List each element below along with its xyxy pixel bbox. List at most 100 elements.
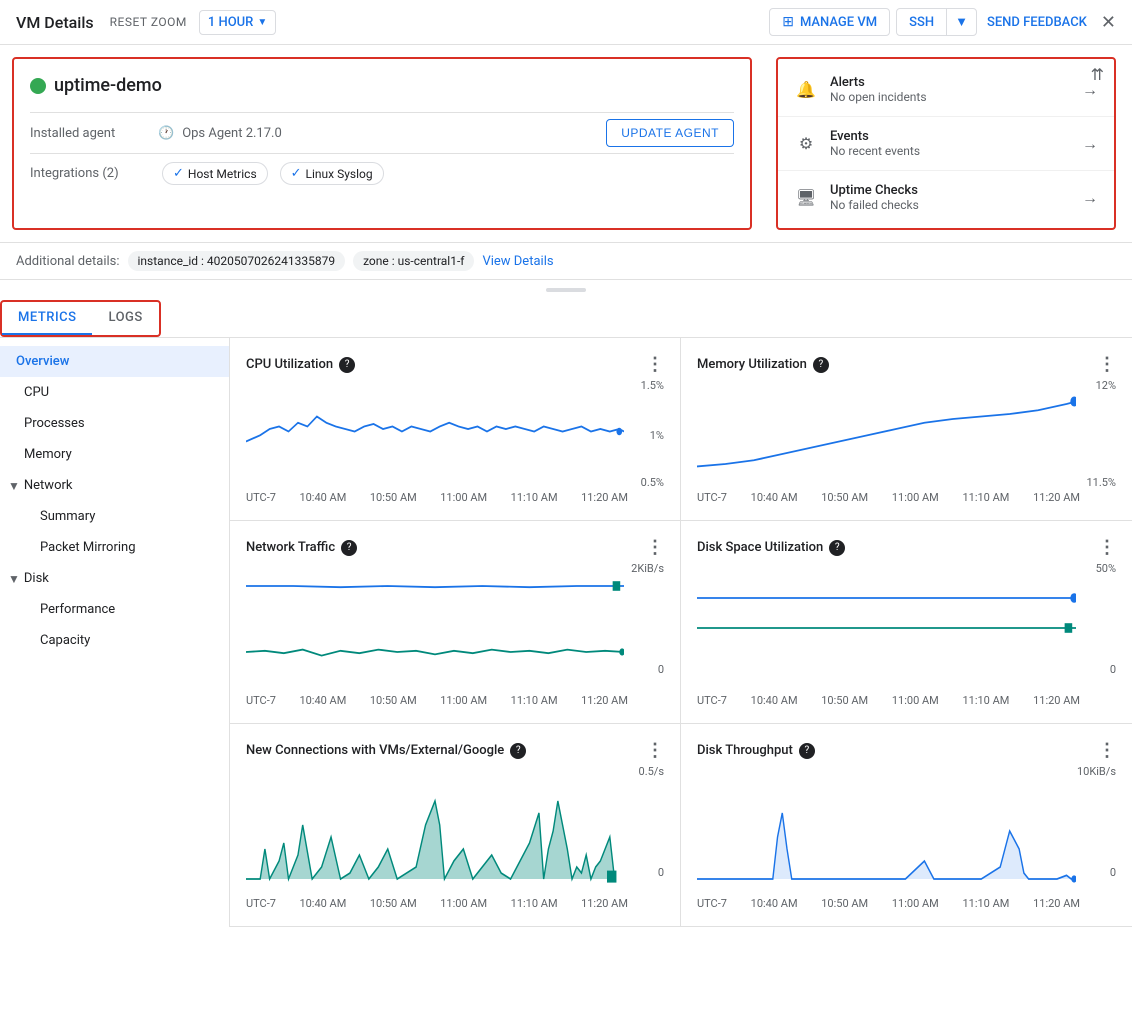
alert-item-events[interactable]: ⚙ Events No recent events →	[778, 117, 1114, 171]
cpu-menu-icon[interactable]: ⋮	[646, 354, 664, 375]
alert-subtitle: No open incidents	[830, 90, 1082, 104]
network-y-bot: 0	[658, 663, 664, 676]
sidebar-group-network[interactable]: ▼ Network	[0, 470, 229, 501]
chevron-down-network-icon: ▼	[8, 479, 20, 493]
uptime-text: Uptime Checks No failed checks	[830, 183, 1082, 212]
view-details-link[interactable]: View Details	[482, 254, 553, 269]
chart-memory-utilization: Memory Utilization ? ⋮ 12% 11.5% UTC-7 1…	[681, 338, 1132, 520]
additional-details-bar: Additional details: instance_id : 402050…	[0, 242, 1132, 280]
ssh-label: SSH	[897, 10, 946, 35]
sidebar-item-overview[interactable]: Overview	[0, 346, 229, 377]
reset-zoom-button[interactable]: RESET ZOOM	[110, 15, 187, 29]
throughput-help-icon[interactable]: ?	[799, 743, 815, 759]
additional-details-label: Additional details:	[16, 254, 120, 269]
alert-text: Alerts No open incidents	[830, 75, 1082, 104]
uptime-arrow-icon: →	[1082, 188, 1098, 208]
vm-name: uptime-demo	[54, 75, 162, 96]
disk-chart-svg	[697, 562, 1076, 682]
chart-network-header: Network Traffic ? ⋮	[246, 537, 664, 558]
memory-help-icon[interactable]: ?	[813, 357, 829, 373]
charts-area: CPU Utilization ? ⋮ 1.5% 1% 0.5% UTC-7 1…	[230, 338, 1132, 927]
connections-x-labels: UTC-7 10:40 AM 10:50 AM 11:00 AM 11:10 A…	[246, 897, 664, 910]
instance-id-chip: instance_id : 4020507026241335879	[128, 251, 346, 271]
chart-disk-header: Disk Space Utilization ? ⋮	[697, 537, 1116, 558]
sidebar-network-label: Network	[24, 478, 73, 493]
connections-help-icon[interactable]: ?	[510, 743, 526, 759]
time-selector[interactable]: 1 HOUR ▼	[199, 10, 276, 35]
sidebar-item-processes[interactable]: Processes	[0, 408, 229, 439]
events-arrow-icon: →	[1082, 134, 1098, 154]
network-help-icon[interactable]: ?	[341, 540, 357, 556]
cpu-help-icon[interactable]: ?	[339, 357, 355, 373]
chart-network-traffic: Network Traffic ? ⋮ 2KiB/s 0	[230, 521, 681, 723]
metrics-logs-tab-bar: METRICS LOGS	[0, 300, 161, 337]
sidebar-item-packet-mirroring[interactable]: Packet Mirroring	[0, 532, 229, 563]
cpu-chart-svg	[246, 379, 624, 479]
drag-handle[interactable]	[546, 288, 586, 292]
network-menu-icon[interactable]: ⋮	[646, 537, 664, 558]
manage-vm-button[interactable]: ⊞ MANAGE VM	[769, 8, 890, 36]
integration-badge-1: ✓ Host Metrics	[162, 162, 268, 185]
top-bar-right: ⊞ MANAGE VM SSH ▼ SEND FEEDBACK ✕	[769, 8, 1116, 36]
cpu-y-mid: 1%	[650, 429, 664, 442]
sidebar-group-disk[interactable]: ▼ Disk	[0, 563, 229, 594]
integrations-row: Integrations (2) ✓ Host Metrics ✓ Linux …	[30, 153, 734, 193]
agent-row: Installed agent 🕐 Ops Agent 2.17.0 UPDAT…	[30, 112, 734, 153]
chart-new-connections: New Connections with VMs/External/Google…	[230, 724, 681, 926]
disk-help-icon[interactable]: ?	[829, 540, 845, 556]
sidebar-item-performance[interactable]: Performance	[0, 594, 229, 625]
vm-info-area: uptime-demo Installed agent 🕐 Ops Agent …	[0, 45, 1132, 242]
vm-details-title: VM Details	[16, 13, 94, 32]
alert-item-uptime[interactable]: 🖥 Uptime Checks No failed checks →	[778, 171, 1114, 224]
vm-status-indicator	[30, 78, 46, 94]
throughput-chart-svg	[697, 765, 1076, 885]
sidebar-item-summary[interactable]: Summary	[0, 501, 229, 532]
events-subtitle: No recent events	[830, 144, 1082, 158]
sidebar-item-capacity[interactable]: Capacity	[0, 625, 229, 656]
metrics-tab[interactable]: METRICS	[2, 302, 92, 335]
ssh-dropdown-icon[interactable]: ▼	[946, 9, 976, 35]
drag-handle-area[interactable]	[0, 280, 1132, 300]
network-chart-svg	[246, 562, 624, 682]
disk-y-bot: 0	[1110, 663, 1116, 676]
connections-menu-icon[interactable]: ⋮	[646, 740, 664, 761]
integration-badge-2: ✓ Linux Syslog	[280, 162, 384, 185]
chart-disk-title: Disk Space Utilization	[697, 540, 823, 555]
chart-cpu-title: CPU Utilization	[246, 357, 333, 372]
cpu-x-labels: UTC-7 10:40 AM 10:50 AM 11:00 AM 11:10 A…	[246, 491, 664, 504]
check-icon-1: ✓	[173, 166, 184, 181]
check-icon-2: ✓	[291, 166, 302, 181]
chart-disk-throughput: Disk Throughput ? ⋮ 10KiB/s 0 UTC-7	[681, 724, 1132, 926]
chart-connections-title: New Connections with VMs/External/Google	[246, 743, 504, 758]
manage-vm-label: MANAGE VM	[800, 15, 877, 30]
gear-icon: ⚙	[794, 132, 818, 156]
send-feedback-button[interactable]: SEND FEEDBACK	[987, 15, 1087, 30]
ssh-button[interactable]: SSH ▼	[896, 8, 977, 36]
memory-menu-icon[interactable]: ⋮	[1098, 354, 1116, 375]
integration-2-label: Linux Syslog	[306, 167, 373, 181]
cpu-y-top: 1.5%	[641, 379, 664, 392]
chart-throughput-header: Disk Throughput ? ⋮	[697, 740, 1116, 761]
chart-disk-space: Disk Space Utilization ? ⋮ 50% 0	[681, 521, 1132, 723]
close-icon[interactable]: ✕	[1101, 12, 1116, 33]
events-text: Events No recent events	[830, 129, 1082, 158]
uptime-title: Uptime Checks	[830, 183, 1082, 198]
time-selector-label: 1 HOUR	[208, 15, 254, 30]
integration-1-label: Host Metrics	[188, 167, 257, 181]
sidebar-disk-label: Disk	[24, 571, 49, 586]
logs-tab[interactable]: LOGS	[92, 302, 158, 335]
disk-menu-icon[interactable]: ⋮	[1098, 537, 1116, 558]
charts-row-2: Network Traffic ? ⋮ 2KiB/s 0	[230, 521, 1132, 724]
alert-title: Alerts	[830, 75, 1082, 90]
throughput-menu-icon[interactable]: ⋮	[1098, 740, 1116, 761]
sidebar-item-cpu[interactable]: CPU	[0, 377, 229, 408]
collapse-icon[interactable]: ⇈	[1091, 65, 1104, 84]
throughput-x-labels: UTC-7 10:40 AM 10:50 AM 11:00 AM 11:10 A…	[697, 897, 1116, 910]
chart-throughput-title: Disk Throughput	[697, 743, 793, 758]
charts-row-3: New Connections with VMs/External/Google…	[230, 724, 1132, 927]
update-agent-button[interactable]: UPDATE AGENT	[606, 119, 734, 147]
throughput-y-top: 10KiB/s	[1077, 765, 1116, 778]
alert-item-alerts[interactable]: 🔔 Alerts No open incidents →	[778, 63, 1114, 117]
chart-cpu-header: CPU Utilization ? ⋮	[246, 354, 664, 375]
sidebar-item-memory[interactable]: Memory	[0, 439, 229, 470]
